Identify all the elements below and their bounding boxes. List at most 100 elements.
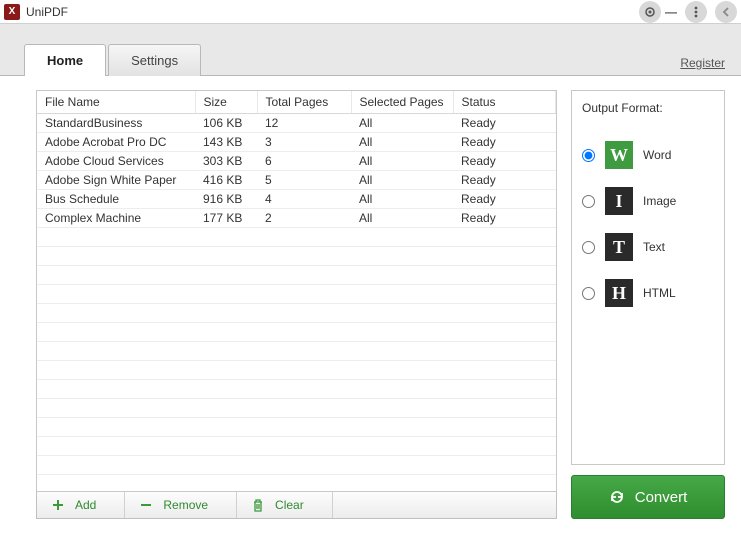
cell-pages: 12 [257,114,351,133]
cell-name: Complex Machine [37,209,195,228]
cell-selected: All [351,114,453,133]
html-icon: H [605,279,633,307]
cell-status: Ready [453,209,556,228]
cell-pages: 2 [257,209,351,228]
table-row[interactable]: Complex Machine177 KB2AllReady [37,209,556,228]
format-radio-text[interactable] [582,241,595,254]
format-option-image[interactable]: I Image [582,187,714,215]
empty-row [37,418,556,437]
format-option-html[interactable]: H HTML [582,279,714,307]
cell-size: 143 KB [195,133,257,152]
empty-row [37,285,556,304]
format-label-image: Image [643,194,676,208]
empty-row [37,247,556,266]
table-row[interactable]: Bus Schedule916 KB4AllReady [37,190,556,209]
format-label-html: HTML [643,286,676,300]
refresh-icon [609,489,625,505]
tab-home[interactable]: Home [24,44,106,76]
empty-row [37,456,556,475]
cell-selected: All [351,152,453,171]
cell-selected: All [351,190,453,209]
col-size[interactable]: Size [195,91,257,114]
text-icon: T [605,233,633,261]
minimize-icon[interactable]: — [665,11,677,13]
format-option-text[interactable]: T Text [582,233,714,261]
remove-button[interactable]: Remove [125,492,237,518]
add-button[interactable]: Add [37,492,125,518]
clear-button[interactable]: Clear [237,492,333,518]
empty-row [37,304,556,323]
target-icon[interactable] [639,1,661,23]
cell-size: 106 KB [195,114,257,133]
cell-name: Adobe Acrobat Pro DC [37,133,195,152]
cell-status: Ready [453,171,556,190]
cell-selected: All [351,171,453,190]
cell-name: Bus Schedule [37,190,195,209]
format-label-text: Text [643,240,665,254]
tab-settings[interactable]: Settings [108,44,201,76]
header-row: Home Settings Register [0,24,741,76]
cell-selected: All [351,133,453,152]
table-row[interactable]: Adobe Cloud Services303 KB6AllReady [37,152,556,171]
format-radio-word[interactable] [582,149,595,162]
file-toolbar: Add Remove Clear [36,492,557,519]
output-pane: Output Format: W Word I Image T Text H H… [571,76,725,519]
col-total-pages[interactable]: Total Pages [257,91,351,114]
col-status[interactable]: Status [453,91,556,114]
add-label: Add [75,498,96,512]
output-format-box: Output Format: W Word I Image T Text H H… [571,90,725,465]
image-icon: I [605,187,633,215]
file-table: File Name Size Total Pages Selected Page… [37,91,556,492]
empty-row [37,342,556,361]
col-filename[interactable]: File Name [37,91,195,114]
format-radio-html[interactable] [582,287,595,300]
remove-label: Remove [163,498,208,512]
minus-icon [139,498,153,512]
trash-icon [251,498,265,512]
cell-status: Ready [453,190,556,209]
cell-status: Ready [453,133,556,152]
format-option-word[interactable]: W Word [582,141,714,169]
format-radio-image[interactable] [582,195,595,208]
empty-row [37,380,556,399]
cell-size: 416 KB [195,171,257,190]
title-bar: X UniPDF — [0,0,741,24]
table-row[interactable]: Adobe Sign White Paper416 KB5AllReady [37,171,556,190]
file-pane: File Name Size Total Pages Selected Page… [36,76,557,519]
chevron-left-icon[interactable] [715,1,737,23]
plus-icon [51,498,65,512]
register-link[interactable]: Register [680,56,725,76]
app-title: UniPDF [26,5,68,19]
word-icon: W [605,141,633,169]
clear-label: Clear [275,498,304,512]
tab-bar: Home Settings [24,44,201,76]
empty-row [37,323,556,342]
cell-name: StandardBusiness [37,114,195,133]
cell-status: Ready [453,114,556,133]
convert-button[interactable]: Convert [571,475,725,519]
cell-pages: 4 [257,190,351,209]
empty-row [37,437,556,456]
table-row[interactable]: Adobe Acrobat Pro DC143 KB3AllReady [37,133,556,152]
app-logo: X [4,4,20,20]
file-table-wrap: File Name Size Total Pages Selected Page… [36,90,557,492]
empty-row [37,266,556,285]
cell-name: Adobe Sign White Paper [37,171,195,190]
cell-status: Ready [453,152,556,171]
more-icon[interactable] [685,1,707,23]
empty-row [37,475,556,493]
cell-name: Adobe Cloud Services [37,152,195,171]
cell-size: 916 KB [195,190,257,209]
cell-selected: All [351,209,453,228]
col-selected-pages[interactable]: Selected Pages [351,91,453,114]
cell-size: 303 KB [195,152,257,171]
cell-pages: 6 [257,152,351,171]
empty-row [37,361,556,380]
table-header-row: File Name Size Total Pages Selected Page… [37,91,556,114]
format-label-word: Word [643,148,671,162]
empty-row [37,228,556,247]
cell-pages: 5 [257,171,351,190]
cell-pages: 3 [257,133,351,152]
output-format-title: Output Format: [582,101,714,115]
table-row[interactable]: StandardBusiness106 KB12AllReady [37,114,556,133]
